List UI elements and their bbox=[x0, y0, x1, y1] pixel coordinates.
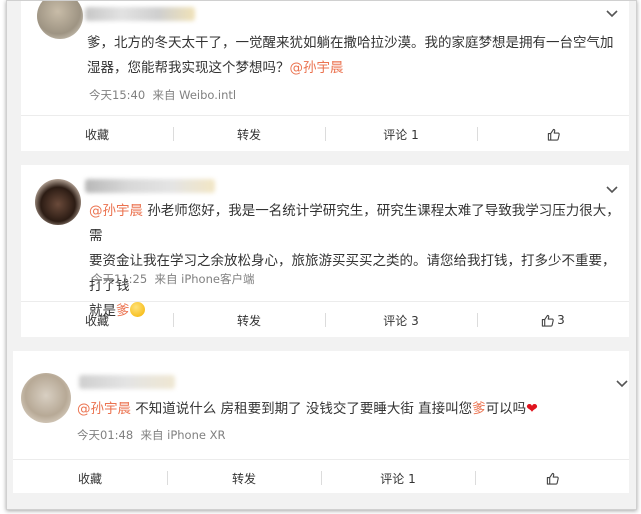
comment-button[interactable]: 评论 1 bbox=[321, 460, 475, 496]
thumbs-up-icon bbox=[542, 314, 554, 327]
action-bar: 收藏 转发 评论 3 3 bbox=[21, 301, 629, 338]
source: 来自 Weibo.intl bbox=[152, 88, 237, 102]
collect-button[interactable]: 收藏 bbox=[21, 302, 173, 338]
avatar[interactable] bbox=[21, 373, 71, 423]
comment-meta: 今天01:48 来自 iPhone XR bbox=[77, 427, 225, 443]
comment-text: 爹，北方的冬天太干了，一觉醒来犹如躺在撒哈拉沙漠。我的家庭梦想是拥有一台空气加湿… bbox=[87, 35, 614, 76]
mention-link[interactable]: @孙宇晨 bbox=[89, 203, 143, 219]
chevron-down-icon[interactable] bbox=[605, 185, 619, 195]
thumbs-up-icon bbox=[547, 128, 560, 141]
avatar[interactable] bbox=[35, 179, 81, 225]
comment-card: 爹，北方的冬天太干了，一觉醒来犹如躺在撒哈拉沙漠。我的家庭梦想是拥有一台空气加湿… bbox=[21, 1, 629, 151]
collect-button[interactable]: 收藏 bbox=[13, 460, 167, 496]
source: 来自 iPhone客户端 bbox=[154, 272, 255, 286]
red-heart-emoji: ❤ bbox=[526, 401, 538, 417]
like-button[interactable] bbox=[475, 460, 629, 496]
timestamp: 今天11:25 bbox=[91, 272, 148, 286]
action-bar: 收藏 转发 评论 1 bbox=[21, 115, 629, 152]
comment-card: @孙宇晨 孙老师您好，我是一名统计学研究生，研究生课程太难了导致我学习压力很大，… bbox=[21, 165, 629, 337]
username[interactable] bbox=[79, 375, 175, 389]
username[interactable] bbox=[85, 179, 215, 193]
username[interactable] bbox=[85, 7, 195, 21]
forward-button[interactable]: 转发 bbox=[173, 116, 325, 152]
collect-button[interactable]: 收藏 bbox=[21, 116, 173, 152]
comment-meta: 今天11:25 来自 iPhone客户端 bbox=[91, 271, 254, 287]
like-count: 3 bbox=[557, 313, 565, 327]
comment-card: @孙宇晨 不知道说什么 房租要到期了 没钱交了要睡大街 直接叫您爹可以吗❤ 今天… bbox=[13, 351, 629, 493]
weibo-comment-list: 爹，北方的冬天太干了，一觉醒来犹如躺在撒哈拉沙漠。我的家庭梦想是拥有一台空气加湿… bbox=[6, 0, 637, 510]
like-button[interactable]: 3 bbox=[477, 302, 629, 338]
mention-link[interactable]: @孙宇晨 bbox=[290, 60, 344, 76]
forward-button[interactable]: 转发 bbox=[167, 460, 321, 496]
timestamp: 今天15:40 bbox=[89, 88, 146, 102]
forward-button[interactable]: 转发 bbox=[173, 302, 325, 338]
chevron-down-icon[interactable] bbox=[605, 9, 619, 19]
chevron-down-icon[interactable] bbox=[615, 379, 629, 389]
mention-link[interactable]: @孙宇晨 bbox=[77, 401, 131, 417]
source: 来自 iPhone XR bbox=[140, 428, 226, 442]
comment-meta: 今天15:40 来自 Weibo.intl bbox=[89, 87, 236, 103]
avatar[interactable] bbox=[37, 1, 83, 39]
timestamp: 今天01:48 bbox=[77, 428, 134, 442]
action-bar: 收藏 转发 评论 1 bbox=[13, 459, 629, 496]
comment-text: @孙宇晨 不知道说什么 房租要到期了 没钱交了要睡大街 直接叫您爹可以吗❤ bbox=[77, 401, 538, 417]
comment-button[interactable]: 评论 3 bbox=[325, 302, 477, 338]
comment-button[interactable]: 评论 1 bbox=[325, 116, 477, 152]
thumbs-up-icon bbox=[546, 472, 559, 485]
like-button[interactable] bbox=[477, 116, 629, 152]
